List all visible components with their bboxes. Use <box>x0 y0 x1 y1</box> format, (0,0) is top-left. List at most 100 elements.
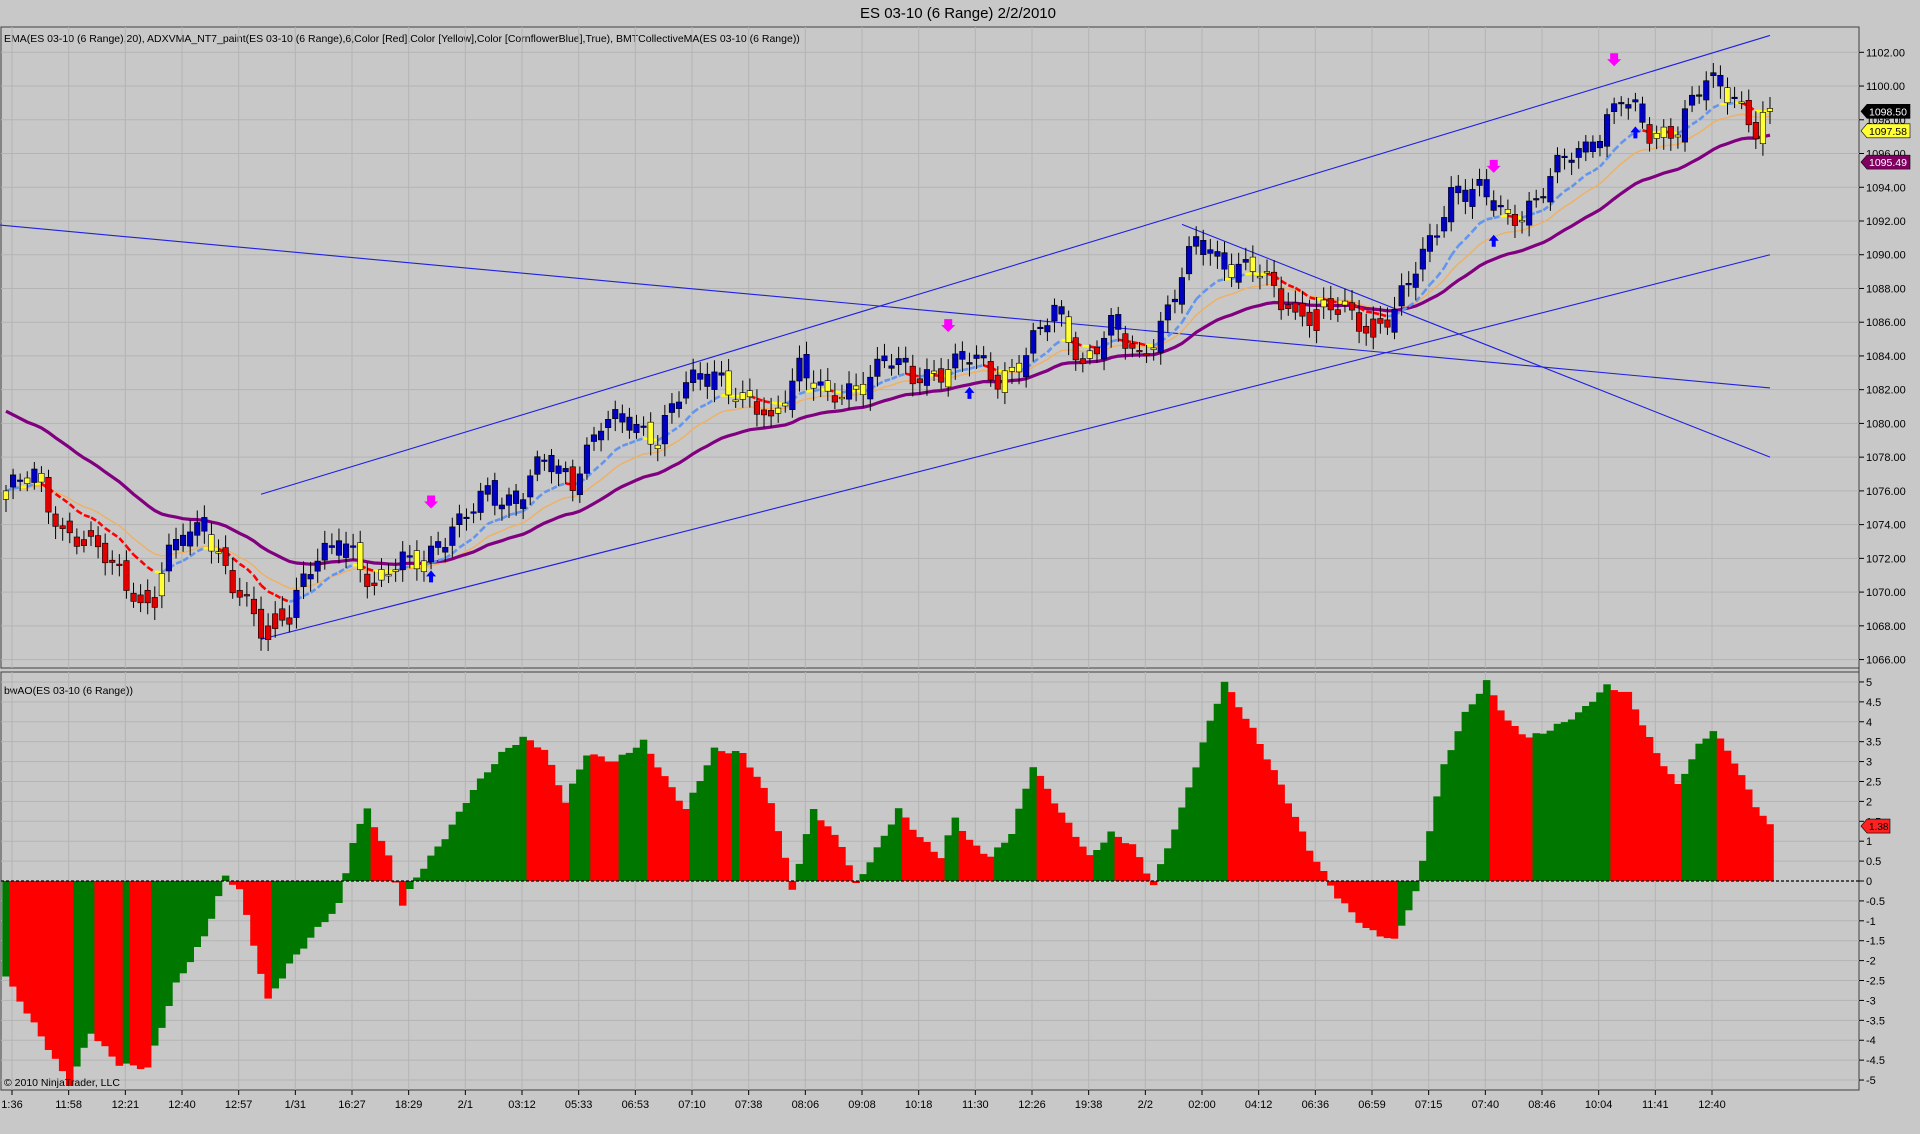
candle-body <box>938 368 945 383</box>
ao-bar <box>363 808 372 881</box>
candle-body <box>583 444 591 474</box>
candle-body <box>1596 141 1603 149</box>
ao-bar <box>448 824 457 881</box>
candle-body <box>541 459 548 462</box>
candle-body <box>725 370 732 396</box>
ao-tick-label: -4 <box>1866 1035 1876 1047</box>
candle-body <box>1178 277 1185 305</box>
ao-bar <box>590 754 598 881</box>
x-tick-label: 10:04 <box>1585 1099 1613 1111</box>
candle-body <box>746 390 753 398</box>
ao-bar <box>1305 850 1314 881</box>
price-tick-label: 1076.00 <box>1866 486 1906 498</box>
ao-bar <box>739 753 747 881</box>
ao-bar <box>37 881 46 1037</box>
ao-bar <box>1270 770 1278 881</box>
candle-body <box>916 378 923 384</box>
candle-body <box>357 542 364 570</box>
candle-body <box>831 395 838 403</box>
price-panel[interactable] <box>0 26 1860 669</box>
candle-body <box>265 625 272 641</box>
candle-body <box>1419 248 1426 270</box>
candle-body <box>952 353 959 369</box>
candle-body <box>1115 314 1122 330</box>
x-tick-label: 06:36 <box>1302 1099 1330 1111</box>
ao-bar <box>1645 737 1654 881</box>
ao-bar <box>554 785 563 881</box>
x-tick-label: 10:18 <box>905 1099 933 1111</box>
candle-body <box>1497 205 1504 208</box>
candle-body <box>1568 159 1575 163</box>
ao-bar <box>1716 738 1725 881</box>
x-tick-label: 08:46 <box>1528 1099 1556 1111</box>
candle-body <box>945 369 952 388</box>
ao-value-tag-label: 1.38 <box>1869 822 1889 833</box>
ao-bar <box>994 847 1002 881</box>
ao-bar <box>1440 764 1448 881</box>
candle-body <box>902 357 909 363</box>
candle-body <box>229 570 236 594</box>
candle-body <box>1412 273 1419 288</box>
candle-body <box>1731 96 1738 99</box>
ao-bar <box>1072 836 1080 881</box>
candle-body <box>24 477 31 484</box>
candle-body <box>597 430 605 441</box>
ao-bar <box>1560 722 1569 881</box>
ao-bar <box>1220 681 1229 881</box>
ao-bar <box>880 835 889 881</box>
candle-body <box>1349 302 1356 311</box>
ao-bar <box>292 881 301 955</box>
ao-bar <box>1426 831 1434 881</box>
candle-body <box>498 504 505 510</box>
ao-bar <box>1490 695 1498 881</box>
candle-body <box>1008 366 1016 372</box>
candle-body <box>1681 108 1688 143</box>
ao-bar <box>512 745 520 881</box>
ao-bar <box>1660 766 1668 881</box>
ao-bar <box>965 839 974 881</box>
candle-body <box>286 617 293 625</box>
ao-bar <box>1390 881 1399 939</box>
candle-body <box>1561 155 1568 158</box>
ao-tick-label: 0 <box>1866 876 1872 888</box>
ao-bar <box>484 772 492 881</box>
candle-body <box>293 589 300 618</box>
ao-bar <box>370 827 379 881</box>
ao-bar <box>1093 850 1101 881</box>
candle-body <box>1462 189 1469 202</box>
candle-body <box>853 385 860 390</box>
candle-body <box>1632 99 1639 103</box>
candle-body <box>435 541 442 548</box>
ao-bar <box>193 881 201 947</box>
ao-bar <box>1723 750 1732 881</box>
ao-bar <box>696 781 704 881</box>
ao-bar <box>774 831 782 881</box>
candle-body <box>66 520 73 534</box>
ao-bar <box>1582 706 1590 881</box>
candle-body <box>314 560 321 572</box>
candle-body <box>739 392 746 400</box>
candle-body <box>1618 102 1625 105</box>
ao-bar <box>1128 844 1137 881</box>
price-tag-label: 1097.58 <box>1869 126 1907 138</box>
candle-body <box>1249 256 1256 272</box>
candle-body <box>180 534 187 546</box>
candle-body <box>144 589 151 604</box>
ao-bar <box>618 754 627 881</box>
candle-body <box>80 539 87 546</box>
x-tick-label: 1/31 <box>285 1099 306 1111</box>
ao-bar <box>1624 691 1633 881</box>
ao-bar <box>306 881 315 938</box>
x-tick-label: 2/1 <box>458 1099 473 1111</box>
ao-bar <box>1553 723 1562 881</box>
ao-bar <box>724 753 733 881</box>
candle-body <box>1143 353 1150 356</box>
candle-body <box>838 396 846 400</box>
candle-body <box>1242 259 1249 263</box>
ao-bar <box>1546 730 1555 881</box>
candle-body <box>1441 217 1448 232</box>
candle-body <box>980 355 987 359</box>
ao-bar <box>278 881 286 979</box>
ao-bar <box>717 751 726 881</box>
candle-body <box>1001 370 1008 393</box>
